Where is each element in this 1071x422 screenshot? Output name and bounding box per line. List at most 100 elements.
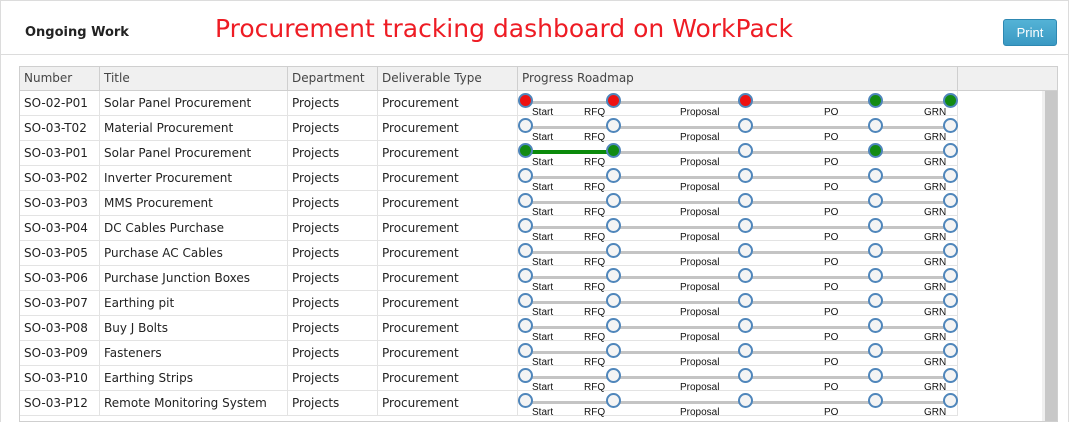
stage-node-po[interactable]	[868, 268, 883, 283]
cell-number: SO-03-P08	[20, 316, 100, 340]
table-row[interactable]: SO-03-P01 Solar Panel Procurement Projects…	[20, 141, 958, 168]
table-row[interactable]: SO-03-T02 Material Procurement Projects Pro…	[20, 116, 958, 143]
roadmap-connector	[746, 176, 876, 179]
stage-node-rfq[interactable]	[606, 143, 621, 158]
stage-node-grn[interactable]	[943, 243, 958, 258]
roadmap-connector	[746, 201, 876, 204]
stage-node-start[interactable]	[518, 168, 533, 183]
stage-node-rfq[interactable]	[606, 343, 621, 358]
cell-deliverable-type: Procurement	[378, 91, 518, 115]
stage-node-po[interactable]	[868, 318, 883, 333]
stage-node-proposal[interactable]	[738, 343, 753, 358]
stage-node-rfq[interactable]	[606, 193, 621, 208]
table-row[interactable]: SO-03-P04 DC Cables Purchase Projects Procu…	[20, 216, 958, 243]
table-row[interactable]: SO-03-P03 MMS Procurement Projects Procurem…	[20, 191, 958, 218]
table-row[interactable]: SO-02-P01 Solar Panel Procurement Projects…	[20, 91, 958, 118]
stage-node-rfq[interactable]	[606, 393, 621, 408]
table-row[interactable]: SO-03-P12 Remote Monitoring System Project…	[20, 391, 958, 418]
stage-node-po[interactable]	[868, 393, 883, 408]
stage-node-proposal[interactable]	[738, 318, 753, 333]
table-row[interactable]: SO-03-P05 Purchase AC Cables Projects Procu…	[20, 241, 958, 268]
stage-node-rfq[interactable]	[606, 243, 621, 258]
stage-node-po[interactable]	[868, 343, 883, 358]
stage-node-start[interactable]	[518, 193, 533, 208]
stage-node-grn[interactable]	[943, 318, 958, 333]
table-row[interactable]: SO-03-P09 Fasteners Projects Procurement Sta…	[20, 341, 958, 368]
stage-node-grn[interactable]	[943, 218, 958, 233]
stage-node-grn[interactable]	[943, 343, 958, 358]
stage-node-proposal[interactable]	[738, 393, 753, 408]
stage-node-proposal[interactable]	[738, 293, 753, 308]
cell-number: SO-03-P09	[20, 341, 100, 365]
stage-node-grn[interactable]	[943, 368, 958, 383]
stage-node-grn[interactable]	[943, 193, 958, 208]
table-row[interactable]: SO-03-P10 Earthing Strips Projects Procurem…	[20, 366, 958, 393]
stage-node-proposal[interactable]	[738, 368, 753, 383]
column-header-number[interactable]: Number	[20, 67, 100, 90]
cell-deliverable-type: Procurement	[378, 216, 518, 240]
stage-node-rfq[interactable]	[606, 268, 621, 283]
stage-node-po[interactable]	[868, 218, 883, 233]
stage-node-rfq[interactable]	[606, 368, 621, 383]
stage-node-proposal[interactable]	[738, 93, 753, 108]
scrollbar-thumb[interactable]	[1045, 91, 1057, 421]
cell-deliverable-type: Procurement	[378, 166, 518, 190]
stage-node-grn[interactable]	[943, 118, 958, 133]
cell-title: Material Procurement	[100, 116, 288, 140]
stage-node-po[interactable]	[868, 93, 883, 108]
stage-node-start[interactable]	[518, 218, 533, 233]
progress-roadmap: Start RFQ Proposal PO GRN	[518, 241, 958, 268]
stage-node-grn[interactable]	[943, 143, 958, 158]
stage-node-grn[interactable]	[943, 168, 958, 183]
stage-node-rfq[interactable]	[606, 93, 621, 108]
stage-node-grn[interactable]	[943, 393, 958, 408]
stage-node-po[interactable]	[868, 143, 883, 158]
column-header-title[interactable]: Title	[100, 67, 288, 90]
stage-node-start[interactable]	[518, 343, 533, 358]
stage-node-proposal[interactable]	[738, 118, 753, 133]
stage-node-rfq[interactable]	[606, 293, 621, 308]
stage-node-rfq[interactable]	[606, 318, 621, 333]
stage-node-grn[interactable]	[943, 93, 958, 108]
stage-node-start[interactable]	[518, 243, 533, 258]
stage-node-rfq[interactable]	[606, 218, 621, 233]
roadmap-connector	[746, 376, 876, 379]
stage-node-start[interactable]	[518, 393, 533, 408]
stage-node-grn[interactable]	[943, 268, 958, 283]
stage-node-start[interactable]	[518, 268, 533, 283]
stage-node-po[interactable]	[868, 368, 883, 383]
cell-deliverable-type: Procurement	[378, 266, 518, 290]
table-row[interactable]: SO-03-P08 Buy J Bolts Projects Procurement S…	[20, 316, 958, 343]
column-header-deliverable-type[interactable]: Deliverable Type	[378, 67, 518, 90]
stage-node-start[interactable]	[518, 143, 533, 158]
stage-node-proposal[interactable]	[738, 243, 753, 258]
table-row[interactable]: SO-03-P07 Earthing pit Projects Procurement…	[20, 291, 958, 318]
stage-node-proposal[interactable]	[738, 193, 753, 208]
stage-node-start[interactable]	[518, 118, 533, 133]
cell-number: SO-03-P04	[20, 216, 100, 240]
stage-node-start[interactable]	[518, 368, 533, 383]
column-header-department[interactable]: Department	[288, 67, 378, 90]
stage-node-grn[interactable]	[943, 293, 958, 308]
stage-node-po[interactable]	[868, 118, 883, 133]
stage-node-rfq[interactable]	[606, 118, 621, 133]
roadmap-connector	[746, 351, 876, 354]
stage-node-po[interactable]	[868, 243, 883, 258]
stage-node-start[interactable]	[518, 93, 533, 108]
table-row[interactable]: SO-03-P02 Inverter Procurement Projects Pro…	[20, 166, 958, 193]
stage-node-po[interactable]	[868, 293, 883, 308]
stage-node-proposal[interactable]	[738, 268, 753, 283]
stage-node-po[interactable]	[868, 193, 883, 208]
stage-node-proposal[interactable]	[738, 218, 753, 233]
stage-node-proposal[interactable]	[738, 168, 753, 183]
stage-node-start[interactable]	[518, 293, 533, 308]
stage-node-po[interactable]	[868, 168, 883, 183]
stage-node-start[interactable]	[518, 318, 533, 333]
table-row[interactable]: SO-03-P06 Purchase Junction Boxes Projects…	[20, 266, 958, 293]
column-header-progress-roadmap[interactable]: Progress Roadmap	[518, 67, 958, 90]
stage-node-proposal[interactable]	[738, 143, 753, 158]
print-button[interactable]: Print	[1003, 19, 1057, 46]
cell-number: SO-03-P12	[20, 391, 100, 415]
stage-node-rfq[interactable]	[606, 168, 621, 183]
cell-department: Projects	[288, 166, 378, 190]
